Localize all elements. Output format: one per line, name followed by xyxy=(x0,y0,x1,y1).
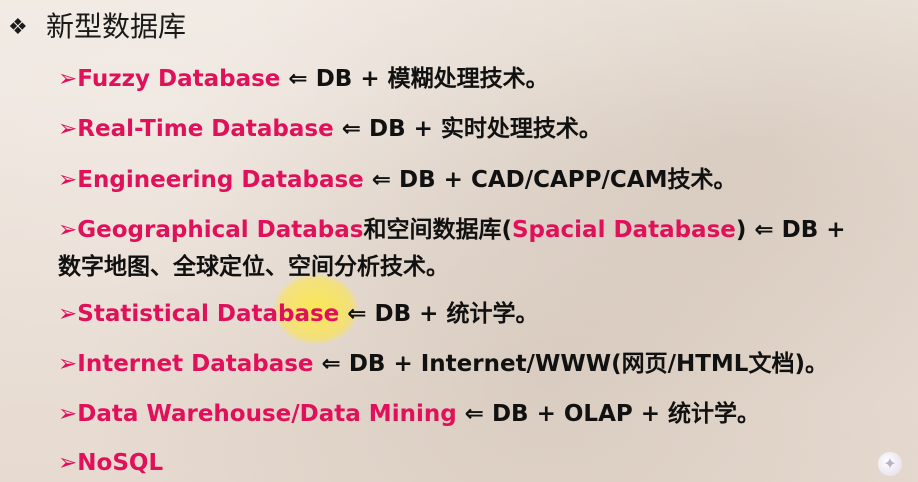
item-rest: ⇐ DB + Internet/WWW(网页/HTML文档)。 xyxy=(313,351,828,377)
arrow-bullet-icon: ➢ xyxy=(58,401,78,427)
title-text: 新型数据库 xyxy=(46,10,187,43)
slide: ❖ 新型数据库 ➢Fuzzy Database ⇐ DB + 模糊处理技术。 ➢R… xyxy=(0,0,918,482)
item-name: Data Warehouse/Data Mining xyxy=(77,401,457,427)
list-item-geographical-continuation: 数字地图、全球定位、空间分析技术。 xyxy=(58,254,449,280)
list-item-realtime: ➢Real-Time Database ⇐ DB + 实时处理技术。 xyxy=(58,112,602,146)
item-rest: ⇐ DB + 统计学。 xyxy=(339,301,539,327)
item-name: Real-Time Database xyxy=(77,116,334,142)
item-rest: ⇐ DB + 模糊处理技术。 xyxy=(280,66,549,92)
item-middle: 和空间数据库( xyxy=(363,217,512,243)
list-item-statistical: ➢Statistical Database ⇐ DB + 统计学。 xyxy=(58,297,538,331)
arrow-bullet-icon: ➢ xyxy=(58,167,78,193)
item-rest: ⇐ DB + OLAP + 统计学。 xyxy=(456,401,761,427)
item-rest: ⇐ DB + 实时处理技术。 xyxy=(333,116,602,142)
item-name: Fuzzy Database xyxy=(77,66,281,92)
diamond-bullet-icon: ❖ xyxy=(8,15,28,40)
list-item-internet: ➢Internet Database ⇐ DB + Internet/WWW(网… xyxy=(58,347,828,381)
arrow-bullet-icon: ➢ xyxy=(58,66,78,92)
item-name: Internet Database xyxy=(77,351,314,377)
arrow-bullet-icon: ➢ xyxy=(58,116,78,142)
list-item-datawarehouse: ➢Data Warehouse/Data Mining ⇐ DB + OLAP … xyxy=(58,397,760,431)
item-name: Geographical Databas xyxy=(77,217,364,243)
list-item-fuzzy: ➢Fuzzy Database ⇐ DB + 模糊处理技术。 xyxy=(58,62,549,96)
list-item-nosql: ➢NoSQL xyxy=(58,446,163,480)
item-name-secondary: Spacial Database xyxy=(511,217,736,243)
arrow-bullet-icon: ➢ xyxy=(58,450,78,476)
arrow-bullet-icon: ➢ xyxy=(58,351,78,377)
item-rest: ⇐ DB + CAD/CAPP/CAM技术。 xyxy=(363,167,737,193)
arrow-bullet-icon: ➢ xyxy=(58,217,78,243)
list-item-engineering: ➢Engineering Database ⇐ DB + CAD/CAPP/CA… xyxy=(58,163,737,197)
arrow-bullet-icon: ➢ xyxy=(58,301,78,327)
slide-title: ❖ 新型数据库 xyxy=(8,10,186,45)
list-item-geographical: ➢Geographical Databas和空间数据库(Spacial Data… xyxy=(58,213,846,247)
item-rest: ) ⇐ DB + xyxy=(735,217,846,243)
item-name: Engineering Database xyxy=(77,167,364,193)
star-icon[interactable]: ✦ xyxy=(878,452,902,476)
item-name: NoSQL xyxy=(77,450,164,476)
item-name: Statistical Database xyxy=(77,301,340,327)
